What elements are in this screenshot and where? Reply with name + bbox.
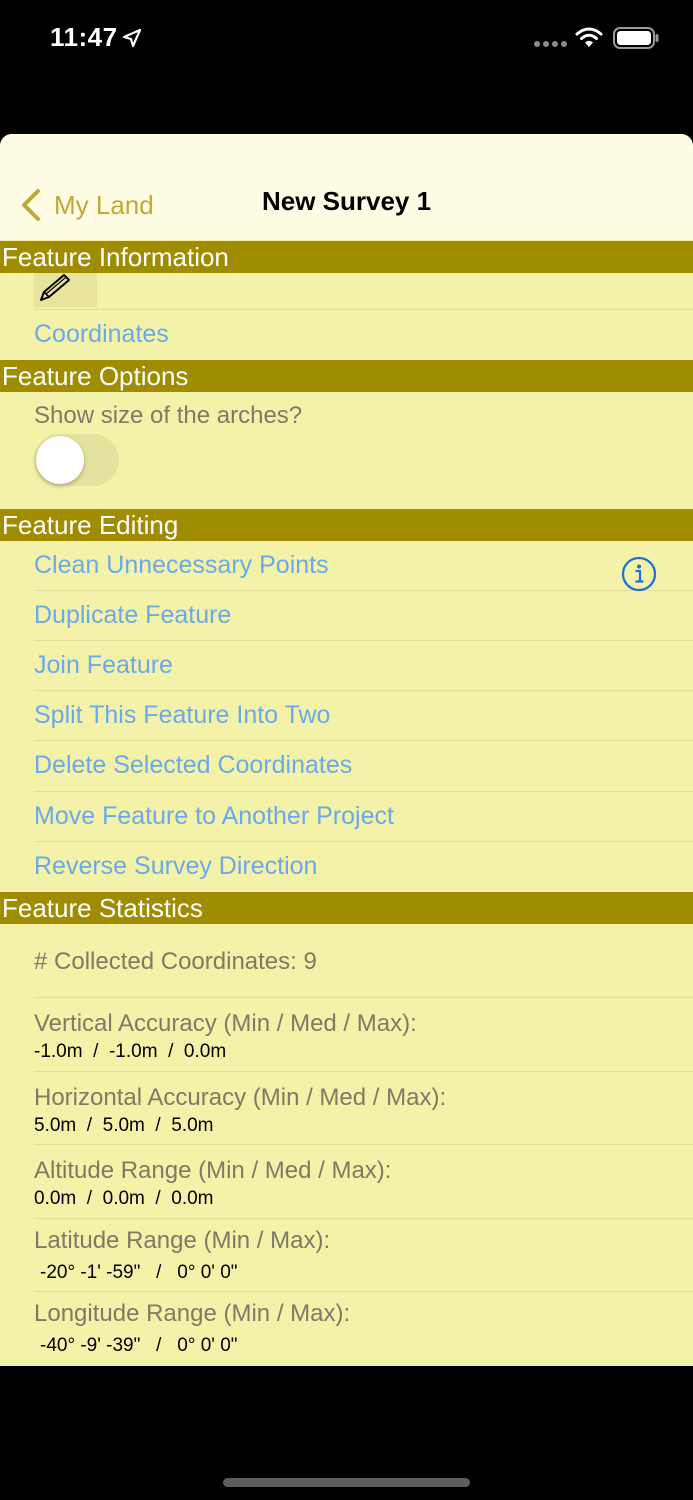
stat-label: Vertical Accuracy (Min / Med / Max): — [34, 1010, 417, 1037]
section-header-feature-information: Feature Information — [0, 241, 693, 273]
action-label: Move Feature to Another Project — [34, 802, 394, 830]
section-header-feature-options: Feature Options — [0, 360, 693, 392]
status-time: 11:47 — [50, 22, 118, 52]
action-label: Split This Feature Into Two — [34, 701, 331, 729]
stat-value: -20° -1' -59" / 0° 0' 0" — [40, 1262, 238, 1283]
stat-label: Longitude Range (Min / Max): — [34, 1300, 351, 1327]
stat-horizontal-accuracy: Horizontal Accuracy (Min / Med / Max): 5… — [34, 1072, 693, 1145]
stat-collected-coordinates: # Collected Coordinates: 9 — [34, 924, 693, 998]
location-arrow-icon — [122, 28, 142, 48]
stat-label: Altitude Range (Min / Med / Max): — [34, 1157, 392, 1184]
stat-latitude-range: Latitude Range (Min / Max): -20° -1' -59… — [34, 1219, 693, 1292]
action-label: Delete Selected Coordinates — [34, 751, 353, 779]
show-arches-toggle[interactable] — [34, 434, 119, 486]
action-duplicate-feature[interactable]: Duplicate Feature — [34, 591, 693, 641]
coordinates-row[interactable]: Coordinates — [34, 310, 693, 360]
stat-value: -1.0m / -1.0m / 0.0m — [34, 1041, 227, 1062]
action-join-feature[interactable]: Join Feature — [34, 641, 693, 691]
action-label: Join Feature — [34, 651, 173, 679]
status-bar: 11:47 — [0, 0, 693, 80]
action-label: Reverse Survey Direction — [34, 852, 318, 880]
stat-vertical-accuracy: Vertical Accuracy (Min / Med / Max): -1.… — [34, 998, 693, 1072]
stat-value: 5.0m / 5.0m / 5.0m — [34, 1115, 214, 1136]
feature-icon-row — [34, 273, 693, 310]
stat-altitude-range: Altitude Range (Min / Med / Max): 0.0m /… — [34, 1145, 693, 1219]
navigation-bar: My Land New Survey 1 — [0, 134, 693, 240]
show-arches-label: Show size of the arches? — [34, 402, 303, 429]
stat-label: Latitude Range (Min / Max): — [34, 1227, 331, 1254]
cellular-signal-icon — [534, 41, 567, 47]
page-title: New Survey 1 — [261, 186, 432, 216]
section-header-feature-editing: Feature Editing — [0, 509, 693, 541]
action-clean-unnecessary-points[interactable]: Clean Unnecessary Points — [34, 541, 693, 592]
action-reverse-survey-direction[interactable]: Reverse Survey Direction — [34, 842, 693, 892]
coordinates-link[interactable]: Coordinates — [34, 320, 169, 349]
action-delete-selected-coordinates[interactable]: Delete Selected Coordinates — [34, 741, 693, 792]
stat-longitude-range: Longitude Range (Min / Max): -40° -9' -3… — [34, 1292, 693, 1366]
survey-sheet: My Land New Survey 1 Feature Information… — [0, 134, 693, 1366]
action-split-feature[interactable]: Split This Feature Into Two — [34, 691, 693, 741]
action-move-feature[interactable]: Move Feature to Another Project — [34, 792, 693, 842]
show-arches-row: Show size of the arches? — [34, 392, 693, 509]
stat-value: 0.0m / 0.0m / 0.0m — [34, 1188, 214, 1209]
battery-icon — [613, 27, 659, 49]
home-indicator[interactable] — [223, 1478, 470, 1487]
info-icon[interactable] — [621, 556, 657, 592]
section-header-feature-statistics: Feature Statistics — [0, 892, 693, 924]
stat-value: -40° -9' -39" / 0° 0' 0" — [40, 1335, 238, 1356]
action-label: Clean Unnecessary Points — [34, 551, 329, 579]
stat-label: Horizontal Accuracy (Min / Med / Max): — [34, 1084, 447, 1111]
toggle-knob — [36, 436, 84, 484]
wifi-icon — [575, 27, 603, 47]
edit-feature-icon-button[interactable] — [34, 273, 97, 307]
stat-label: # Collected Coordinates: 9 — [34, 948, 317, 975]
action-label: Duplicate Feature — [34, 601, 232, 629]
pencil-icon — [40, 274, 70, 301]
